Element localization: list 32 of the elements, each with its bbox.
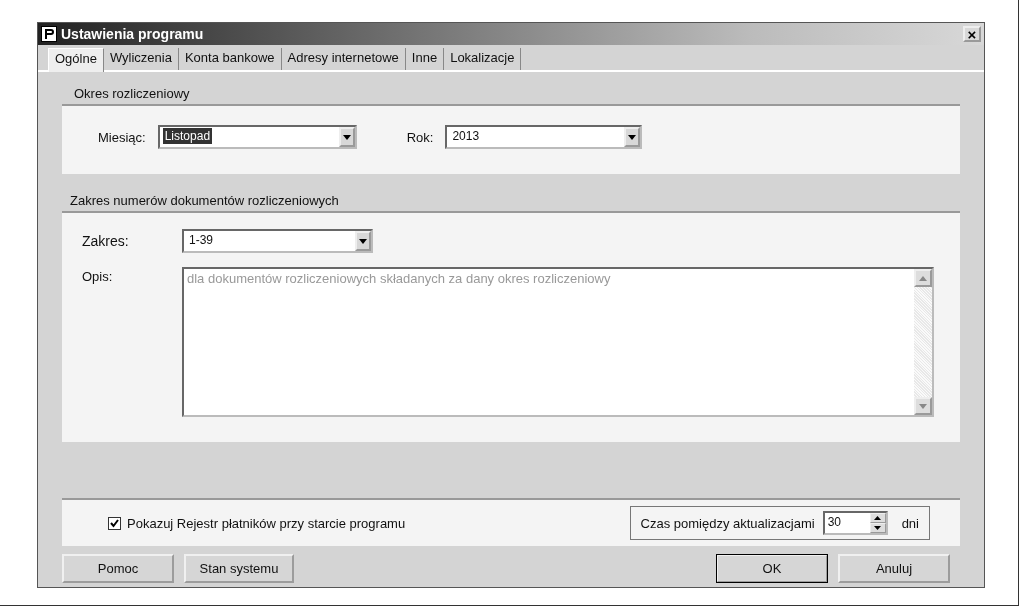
year-dropdown[interactable]: 2013 <box>445 125 643 149</box>
field-label: Opis: <box>82 268 114 284</box>
dialog-button[interactable]: Stan systemu <box>184 554 294 583</box>
scroll-down-icon[interactable] <box>914 397 932 415</box>
checkbox-label[interactable]: Pokazuj Rejestr płatników przy starcie programu <box>127 515 406 531</box>
tab[interactable]: Adresy internetowe <box>281 48 406 70</box>
group-title: Zakres numerów dokumentów rozliczeniowych <box>69 192 340 210</box>
month-dropdown[interactable]: Listopad <box>157 125 357 149</box>
field-label: Miesiąc: <box>98 129 146 145</box>
tab[interactable]: Lokalizacje <box>444 48 522 70</box>
scroll-up-icon[interactable] <box>914 269 932 287</box>
close-button[interactable]: × <box>963 26 981 42</box>
scrollbar[interactable] <box>914 269 932 415</box>
tab[interactable]: Konta bankowe <box>178 48 282 70</box>
spin-up-icon[interactable] <box>869 513 886 523</box>
range-dropdown[interactable]: 1-39 <box>182 229 373 253</box>
tab[interactable]: Wyliczenia <box>103 48 179 70</box>
dialog-button[interactable]: Pomoc <box>62 554 174 583</box>
window-title: Ustawienia programu <box>61 26 205 42</box>
tab[interactable]: Inne <box>405 48 445 70</box>
interval-spinbox[interactable]: 30 <box>822 511 888 535</box>
group-title: Okres rozliczeniowy <box>73 85 191 103</box>
field-label: Rok: <box>406 129 434 145</box>
app-logo-icon <box>41 26 57 42</box>
field-label: Zakres: <box>82 233 130 249</box>
field-label: Czas pomiędzy aktualizacjami <box>640 515 815 531</box>
dialog-button[interactable]: Anuluj <box>838 554 950 583</box>
tab[interactable]: Ogólne <box>48 48 104 72</box>
unit-label: dni <box>901 515 919 531</box>
checkbox[interactable] <box>108 516 121 530</box>
spin-down-icon[interactable] <box>869 523 886 533</box>
dialog-button[interactable]: OK <box>716 554 828 583</box>
